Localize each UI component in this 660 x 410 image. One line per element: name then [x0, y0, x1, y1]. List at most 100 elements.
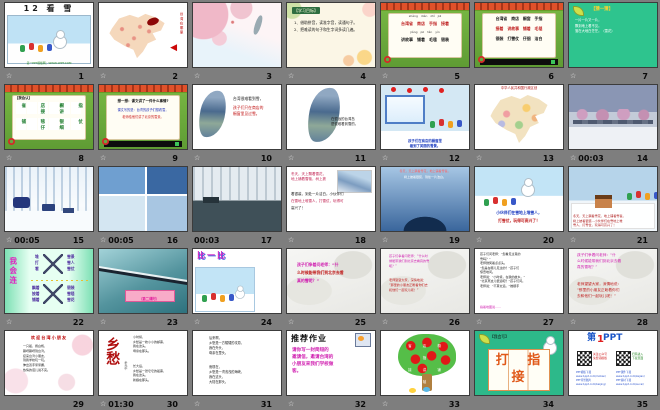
slide-20-thumbnail[interactable]: 小伙伴们在雪地上堆雪人， 打雪仗，玩得可高兴了！ [474, 166, 564, 232]
slide-13-thumbnail[interactable]: 中华人民共和国行政区划 [474, 84, 564, 150]
animation-star-icon[interactable]: ☆ [382, 318, 388, 326]
slide-16-thumbnail[interactable] [98, 166, 188, 232]
slide-cell: 孩子们争着问老师：“什 么时候能带我们到北京去看 真的雪呢？” 老师望望大家，深情… [566, 246, 660, 328]
slide-14-thumbnail[interactable] [568, 84, 658, 150]
slide-text: 一只船，扬白帆， 飘呀飘呀到台湾。 接来台湾小朋友， 到我学校玩一玩。 伸出双手… [23, 344, 51, 372]
animation-star-icon[interactable]: ☆ [6, 318, 12, 326]
slide-26-thumbnail[interactable]: 孩子们争着问老师：“什么时 候能带我们到北京去看真的雪 呢？” 老师望望大家，深情… [380, 248, 470, 314]
slide-1-thumbnail[interactable]: 12 看 雪第一PPT模板网：WWW.1PPT.COM [4, 2, 94, 68]
slide-label: ☆ 11 [286, 150, 376, 165]
slide-text: 小时候， 乡愁是一枚小小的邮票， 我在这头， 母亲在那头。 [133, 335, 167, 353]
slide-28-thumbnail[interactable]: 孩子们争着问老师：“什 么时候能带我们到北京去看 真的雪呢？” 老师望望大家，深情… [568, 248, 658, 314]
slide-24-thumbnail[interactable]: 比一比 [192, 248, 282, 314]
slide-8-thumbnail[interactable]: 【我会认】省 店 橱 指 接 讲铺 毯 银 仗 仔 细 [4, 84, 94, 150]
slide-12-thumbnail[interactable]: 孩子们在商店的橱窗里 看到了美丽的雪景。 [380, 84, 470, 150]
slide-34-thumbnail[interactable]: 【我会写】打 指 接 [474, 330, 564, 396]
slide-text: 打雪仗，玩得可高兴了！ [498, 218, 540, 223]
slide-text: 请你写一封简短的 邀请信，邀请台湾的 小朋友来我们学校做 客。 [292, 348, 334, 374]
animation-star-icon[interactable]: ☆ [100, 154, 106, 162]
snowman-icon [53, 30, 67, 49]
animation-star-icon[interactable]: ☆ [6, 236, 12, 244]
slide-21-thumbnail[interactable]: 冬天，天上飘着雪花，地上铺着雪毯， 树上披着银装…小伙伴们在雪地上堆 雪人，打雪… [568, 166, 658, 232]
slide-text: 树上披着银装，到处一片洁白。 [403, 175, 446, 179]
slide-text: 中华人民共和国行政区划 [500, 86, 538, 90]
slide-cell: 孩子们争着问老师：“什么时 候能带我们到北京去看真的雪 呢？” 老师望望大家，深情… [378, 246, 472, 328]
animation-star-icon[interactable]: ☆ [194, 72, 200, 80]
slide-3-thumbnail[interactable] [192, 2, 282, 68]
animation-star-icon[interactable]: ☆ [476, 236, 482, 244]
slide-10-thumbnail[interactable]: 台湾很难看到雪， 孩子们只在商店的 橱窗里见过雪。 [192, 84, 282, 150]
slide-25-thumbnail[interactable]: 孩子们争着问老师：“什 么时候能带我们到北京去看 真的雪呢？” [286, 248, 376, 314]
slide-17-thumbnail[interactable] [192, 166, 282, 232]
slide-35-thumbnail[interactable]: 第 1 PPT 关注公众号 免费领模板 扫码进入 下载页面 PPT模板下载 www.1pp… [568, 330, 658, 396]
slide-15-thumbnail[interactable] [4, 166, 94, 232]
slide-7-thumbnail[interactable]: 【猜一猜】 一片一片又一片， 飘到地上看不见。 落在大地白茫茫。（雪花） [568, 2, 658, 68]
slide-9-thumbnail[interactable]: 想一想：课文讲了一件什么事情? 课文写的是：台湾的孩子们想看雪， 老师给他们讲了北京… [98, 84, 188, 150]
animation-star-icon[interactable]: ☆ [100, 72, 106, 80]
slide-cell: 台湾在哪里☆2 [96, 0, 190, 82]
slide-timing: 00:03 [578, 153, 604, 163]
animation-star-icon[interactable]: ☆ [382, 400, 388, 408]
china-map-icon [490, 95, 548, 143]
animation-star-icon[interactable]: ☆ [100, 318, 106, 326]
animation-star-icon[interactable]: ☆ [570, 236, 576, 244]
slide-11-thumbnail[interactable]: 在很远的台湾岛 是很难看到雪的。 [286, 84, 376, 150]
slide-cell: 【猜一猜】 一片一片又一片， 飘到地上看不见。 落在大地白茫茫。（雪花） ☆ 7 [566, 0, 660, 82]
slide-text: 孩子们在商店的橱窗里 看到了美丽的雪景。 [408, 139, 442, 148]
animation-star-icon[interactable]: ☆ [194, 400, 200, 408]
animation-star-icon[interactable]: ☆ [288, 154, 294, 162]
slide-30-thumbnail[interactable]: 乡愁 余光中 小时候， 乡愁是一枚小小的邮票， 我在这头， 母亲在那头。 长大后， 乡… [98, 330, 188, 396]
animation-star-icon[interactable]: ☆ [288, 236, 294, 244]
slide-label: ☆ 26 [380, 314, 470, 329]
slide-23-thumbnail[interactable]: （第二课时） [98, 248, 188, 314]
flower-icon [102, 138, 109, 145]
slide-text: 银装 雪毯 雪花 [67, 285, 75, 302]
animation-star-icon[interactable]: ☆ [382, 72, 388, 80]
slide-text: 高兴了！ [291, 206, 305, 210]
slide-label: ☆ 23 [98, 314, 188, 329]
slide-text: 老师给他们讲了北京的雪景。 [122, 115, 164, 119]
animation-star-icon[interactable]: ☆ [570, 72, 576, 80]
slide-label: ☆ 12 [380, 150, 470, 165]
slide-5-thumbnail[interactable]: shěng diàn zhǐ jiē 台湾省 商店 手指 接着 jiǎng pū t… [380, 2, 470, 68]
slide-22-thumbnail[interactable]: 我会连 堆 打 看 雪景 雪人 雪仗 飘着 披着 铺着 银装 雪毯 雪花 [4, 248, 94, 314]
animation-star-icon[interactable]: ☆ [6, 72, 12, 80]
slide-label: ☆ 8 [4, 150, 94, 165]
slide-33-thumbnail[interactable]: 省 店 橱 指 接 讲 铺 毯 [380, 330, 470, 396]
animation-star-icon[interactable]: ☆ [288, 318, 294, 326]
slide-timing: 00:03 [194, 235, 220, 245]
slide-19-thumbnail[interactable]: 冬天，天上飘着雪花，地上铺着雪毯， 树上披着银装，到处一片洁白。 [380, 166, 470, 232]
slide-label: ☆ 5 [380, 68, 470, 83]
animation-star-icon[interactable]: ☆ [100, 236, 106, 244]
slide-timing: 00:05 [14, 235, 40, 245]
slide-text: 在很远的台湾岛 是很难看到雪的。 [331, 117, 359, 127]
slide-27-thumbnail[interactable]: 孩子们问老师：“您看见过真的 雪吗？” 老师微笑着点点头。 “您是在哪儿见过的？… [474, 248, 564, 314]
animation-star-icon[interactable]: ☆ [382, 236, 388, 244]
slide-label: ☆ 01:30 30 [98, 396, 188, 410]
animation-star-icon[interactable]: ☆ [288, 72, 294, 80]
slide-6-thumbnail[interactable]: 台湾省 商店 橱窗 手指 接着 讲故事 铺着 毛毯 银装 打雪仗 仔细 洁白 [474, 2, 564, 68]
slide-32-thumbnail[interactable]: 推荐作业 请你写一封简短的 邀请信，邀请台湾的 小朋友来我们学校做 客。 [286, 330, 376, 396]
slide-2-thumbnail[interactable]: 台湾在哪里 [98, 2, 188, 68]
animation-star-icon[interactable]: ☆ [194, 154, 200, 162]
animation-star-icon[interactable]: ☆ [6, 154, 12, 162]
animation-star-icon[interactable]: ☆ [570, 154, 576, 162]
china-map-icon [109, 13, 165, 59]
slide-number: 30 [166, 399, 178, 409]
slide-4-thumbnail[interactable]: 【学习目标】 1、借助拼音，读准字音，读通句子。 2、把难读的句子和生字词多读几遍… [286, 2, 376, 68]
animation-star-icon[interactable]: ☆ [288, 400, 294, 408]
animation-star-icon[interactable]: ☆ [476, 318, 482, 326]
animation-star-icon[interactable]: ☆ [100, 400, 106, 408]
slide-number: 34 [542, 399, 554, 409]
slide-text: 在雪地上堆雪人，打雪仗，玩得可 [291, 199, 344, 203]
animation-star-icon[interactable]: ☆ [476, 154, 482, 162]
slide-29-thumbnail[interactable]: 欢迎台湾小朋友 一只船，扬白帆， 飘呀飘呀到台湾。 接来台湾小朋友， 到我学校玩一… [4, 330, 94, 396]
animation-star-icon[interactable]: ☆ [570, 318, 576, 326]
kids-icon [29, 43, 34, 50]
slide-number: 22 [72, 317, 84, 327]
slide-31-thumbnail[interactable]: 后来啊， 乡愁是一方矮矮的坟墓， 我在外头， 母亲在里头。 而现在， 乡愁是一湾浅… [192, 330, 282, 396]
slide-18-thumbnail[interactable]: 冬天，天上飘着雪花， 地上铺着雪毯，树上披 着银装，到处一片洁白。小伙伴们 在雪地上… [286, 166, 376, 232]
animation-star-icon[interactable]: ☆ [194, 318, 200, 326]
slide-number: 35 [636, 399, 648, 409]
animation-star-icon[interactable]: ☆ [382, 154, 388, 162]
